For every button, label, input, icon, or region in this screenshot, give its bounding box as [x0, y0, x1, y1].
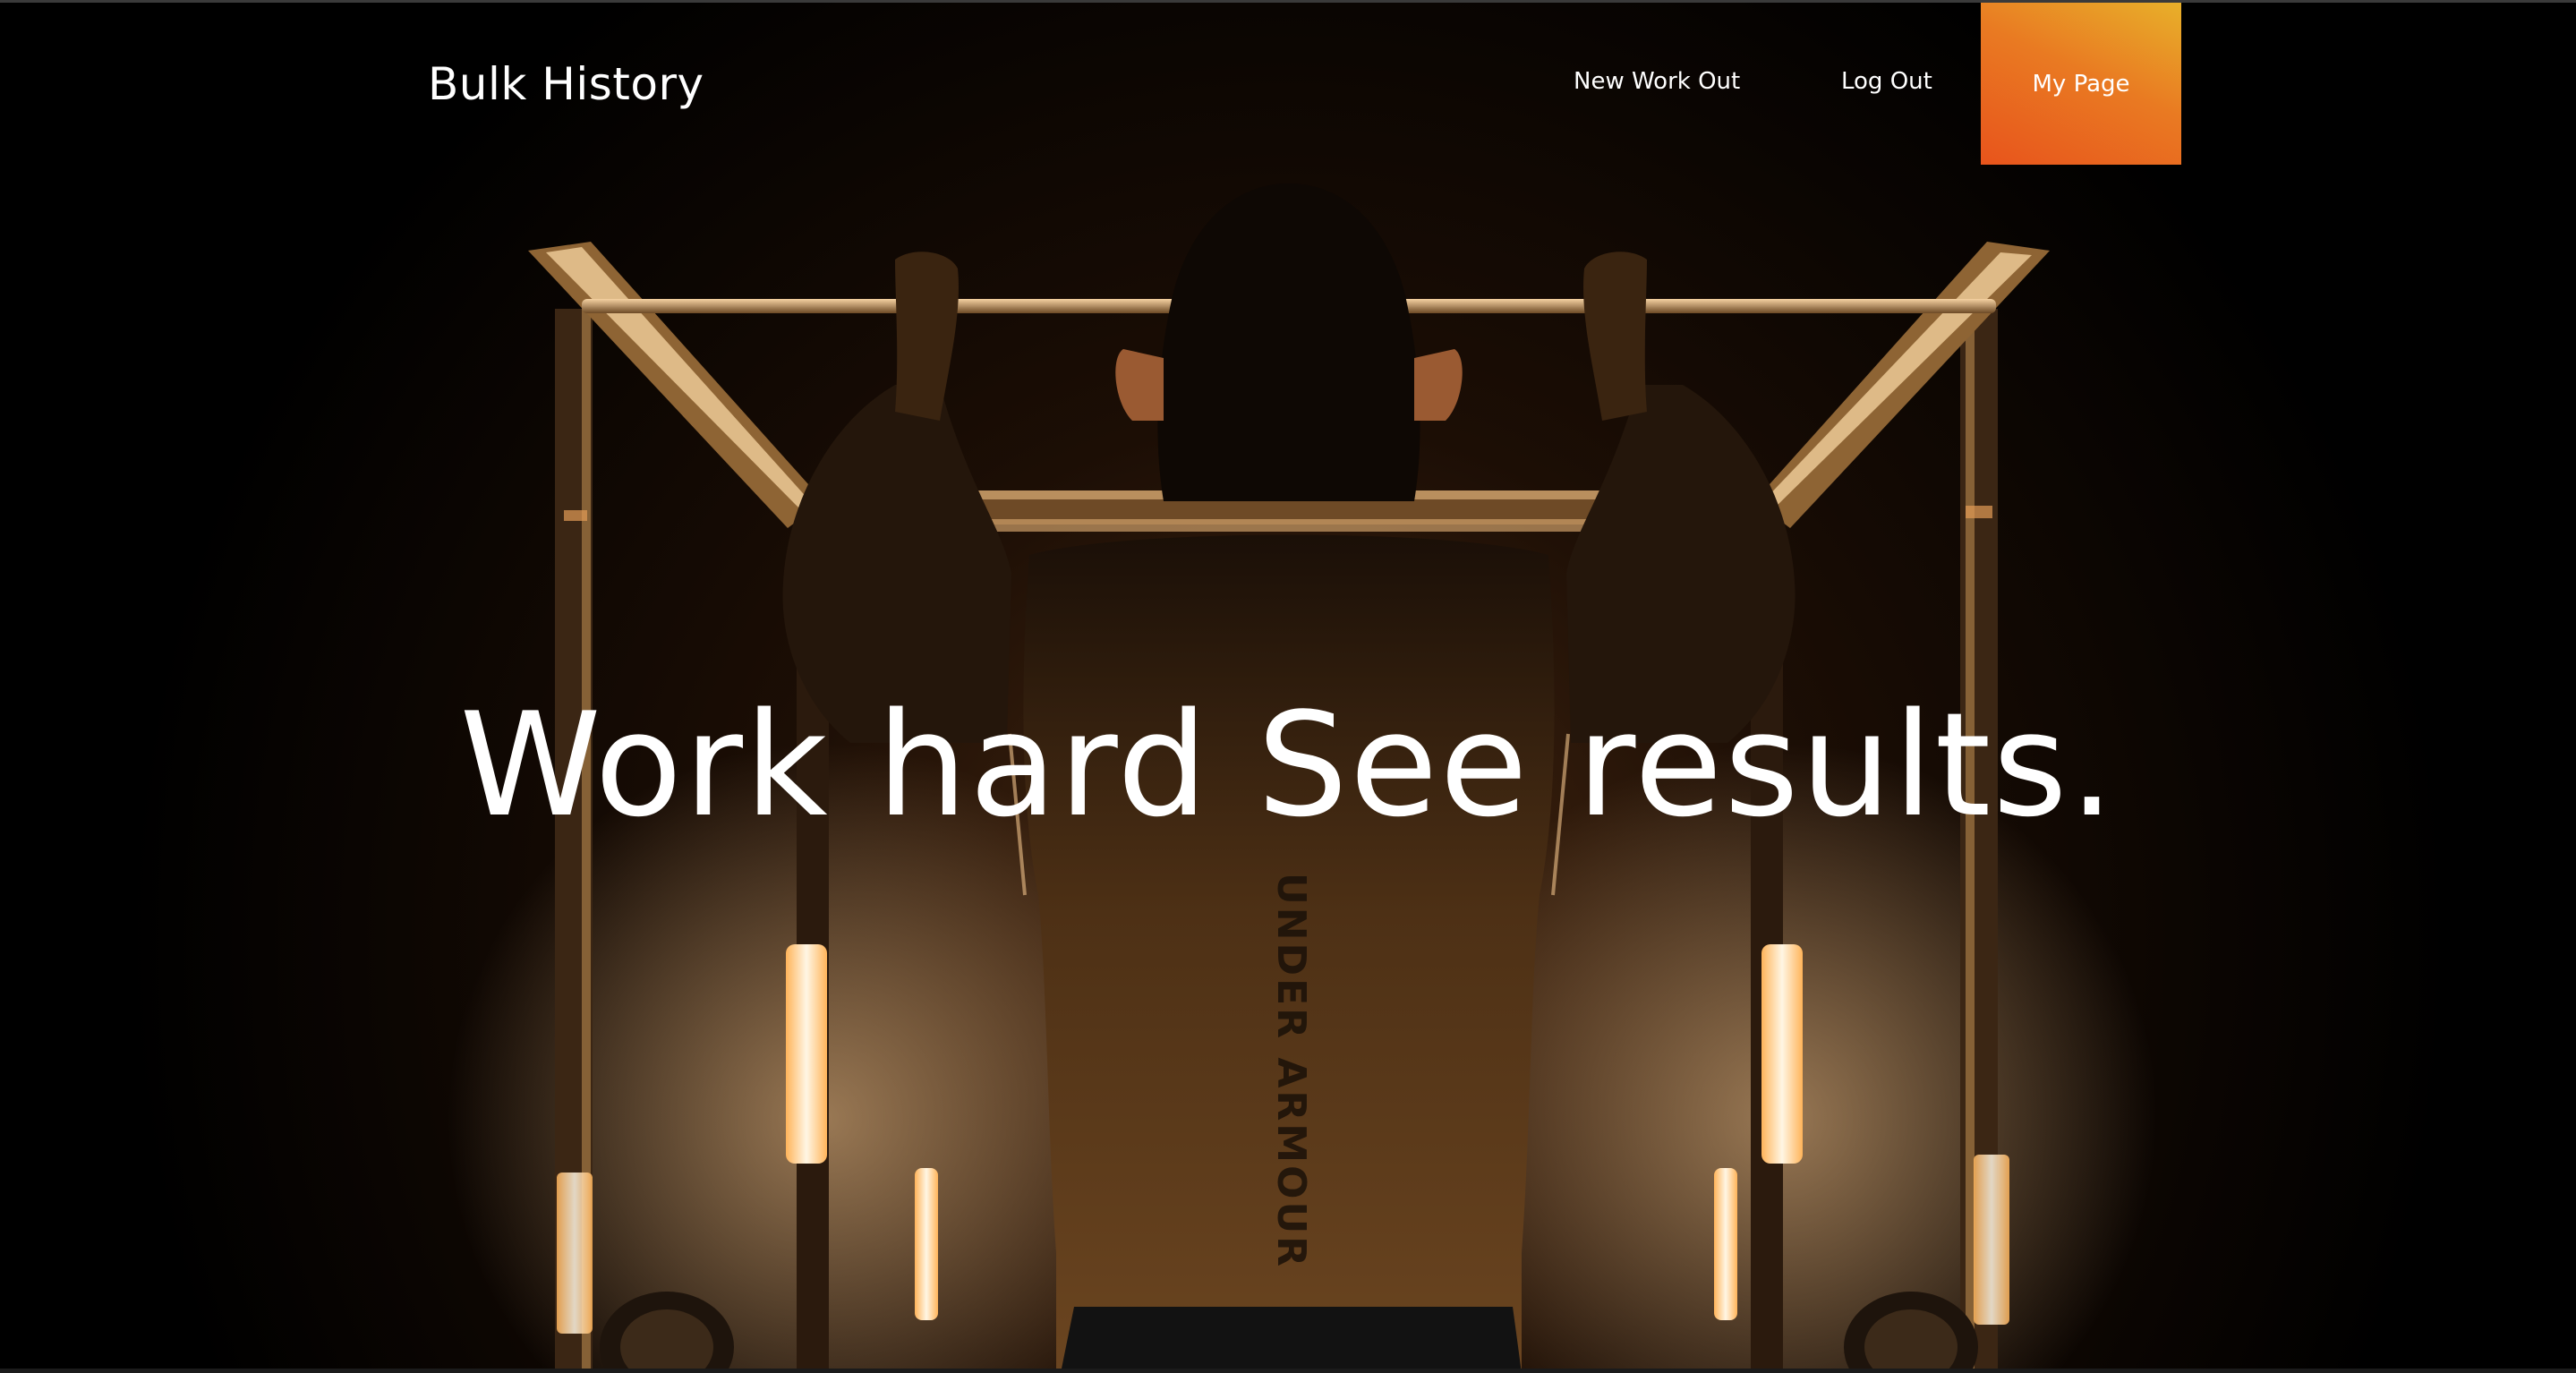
bottom-border [0, 1369, 2576, 1373]
landing-page: UNDER ARMOUR Bulk History New Work Out L… [0, 0, 2576, 1373]
nav-new-workout-link[interactable]: New Work Out [1574, 68, 1740, 95]
top-navigation: Bulk History New Work Out Log Out My Pag… [0, 3, 2576, 165]
brand-logo[interactable]: Bulk History [428, 58, 704, 110]
hero-headline: Work hard See results. [459, 681, 2117, 849]
nav-logout-link[interactable]: Log Out [1841, 68, 1932, 95]
shirt-print: UNDER ARMOUR [1268, 873, 1314, 1269]
nav-my-page-button[interactable]: My Page [1981, 3, 2181, 165]
